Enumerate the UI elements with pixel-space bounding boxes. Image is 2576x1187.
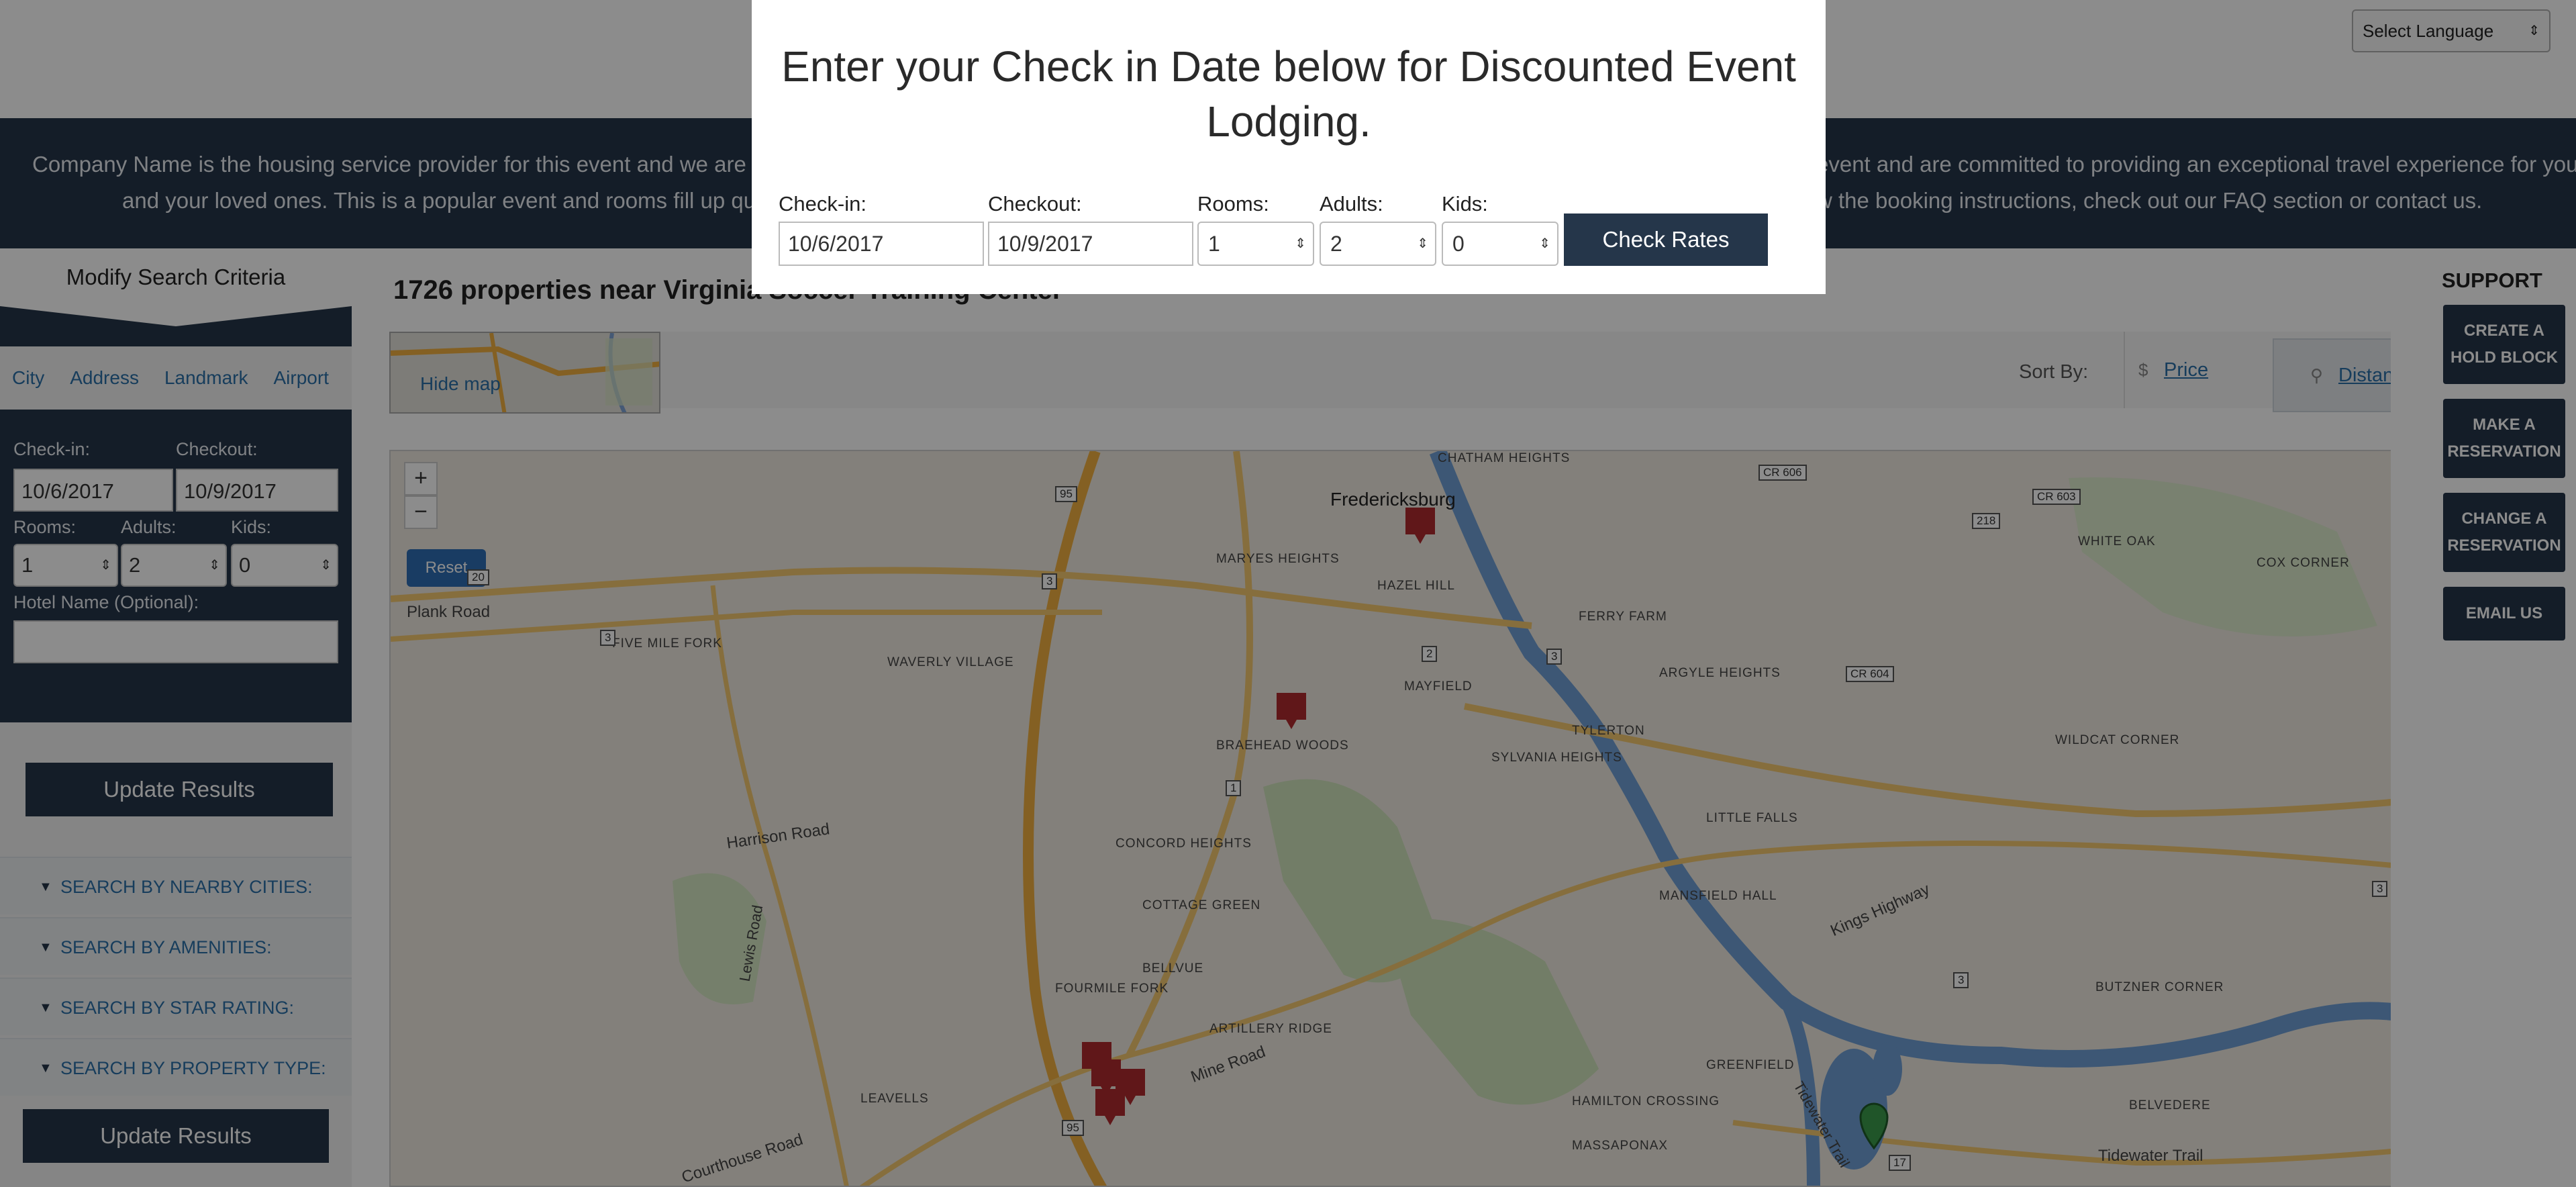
select-arrows-icon: ⇕ — [1417, 236, 1428, 251]
modal-rooms-select[interactable]: 1 ⇕ — [1197, 222, 1314, 266]
modal-rooms-label: Rooms: — [1197, 192, 1269, 216]
check-rates-button[interactable]: Check Rates — [1564, 213, 1768, 266]
select-arrows-icon: ⇕ — [1539, 236, 1550, 251]
modal-checkin-input[interactable]: 10/6/2017 — [779, 222, 984, 266]
modal-checkin-label: Check-in: — [779, 192, 866, 216]
modal-kids-value: 0 — [1452, 232, 1465, 256]
modal-checkout-input[interactable]: 10/9/2017 — [988, 222, 1193, 266]
modal-rooms-value: 1 — [1208, 232, 1220, 256]
modal-kids-label: Kids: — [1442, 192, 1488, 216]
modal-adults-label: Adults: — [1320, 192, 1383, 216]
checkin-modal: Enter your Check in Date below for Disco… — [752, 0, 1826, 294]
modal-checkout-label: Checkout: — [988, 192, 1082, 216]
modal-adults-select[interactable]: 2 ⇕ — [1320, 222, 1436, 266]
modal-adults-value: 2 — [1330, 232, 1342, 256]
modal-kids-select[interactable]: 0 ⇕ — [1442, 222, 1558, 266]
select-arrows-icon: ⇕ — [1295, 236, 1306, 251]
modal-title: Enter your Check in Date below for Disco… — [781, 42, 1796, 146]
